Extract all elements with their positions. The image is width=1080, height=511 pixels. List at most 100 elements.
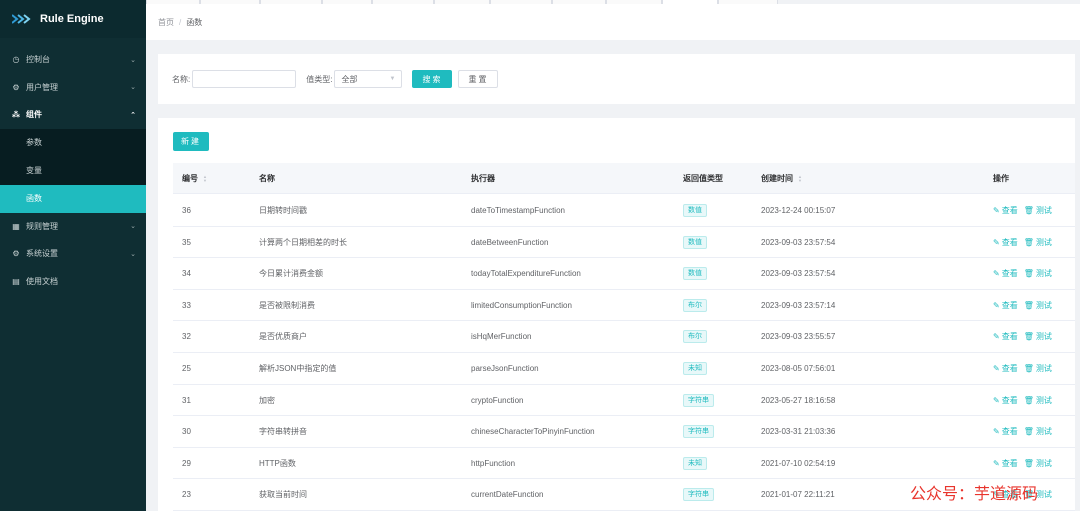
cell-id: 36 — [182, 206, 191, 215]
sidebar-item-dashboard[interactable]: ◷ 控制台 ⌄ — [0, 46, 146, 74]
type-select[interactable]: 全部 ▼ — [334, 70, 403, 88]
view-link[interactable]: ✎ 查看 — [993, 300, 1018, 311]
column-header-label: 编号 — [182, 174, 198, 183]
view-label: 查看 — [1001, 206, 1018, 215]
column-header-return-type: 返回值类型 — [683, 174, 723, 183]
test-link[interactable]: 🗑 测试 — [1024, 205, 1052, 216]
view-link[interactable]: ✎ 查看 — [993, 205, 1018, 216]
test-label: 测试 — [1035, 427, 1052, 437]
test-label: 测试 — [1035, 332, 1052, 342]
column-header-created[interactable]: 创建时间 ▲ ▼ — [761, 163, 802, 194]
cell-created: 2023-12-24 00:15:07 — [761, 206, 836, 215]
sort-icon[interactable]: ▲ ▼ — [798, 174, 802, 183]
test-link[interactable]: 🗑 测试 — [1024, 300, 1052, 311]
cell-return-type: 字符串 — [683, 385, 714, 416]
view-label: 查看 — [1001, 395, 1018, 405]
sidebar-item-user-management[interactable]: ⚙ 用户管理 ⌄ — [0, 74, 146, 102]
trash-icon: 🗑 — [1023, 206, 1034, 215]
cell-name: 加密 — [259, 395, 275, 405]
cell-created: 2023-05-27 18:16:58 — [761, 395, 836, 405]
test-link[interactable]: 🗑 测试 — [1024, 458, 1052, 469]
settings-icon: ⚙ — [12, 249, 20, 259]
cell-name: 计算两个日期相差的时长 — [259, 237, 347, 247]
sort-icon[interactable]: ▲ ▼ — [203, 174, 207, 183]
view-link[interactable]: ✎ 查看 — [993, 395, 1018, 406]
view-link[interactable]: ✎ 查看 — [993, 331, 1018, 342]
sidebar-item-label: 使用文档 — [26, 276, 58, 286]
sidebar-item-parameters[interactable]: 参数 — [0, 129, 146, 157]
cell-actions: ✎ 查看 🗑 测试 — [993, 290, 1058, 321]
trash-icon: 🗑 — [1023, 237, 1034, 247]
view-link[interactable]: ✎ 查看 — [993, 268, 1018, 279]
cell-created: 2021-07-10 02:54:19 — [761, 458, 836, 468]
test-link[interactable]: 🗑 测试 — [1024, 331, 1052, 342]
search-button[interactable]: 搜索 — [412, 70, 453, 88]
scrollbar-track[interactable] — [1075, 40, 1080, 511]
sidebar-item-label: 用户管理 — [26, 82, 58, 92]
column-header-executor: 执行器 — [471, 174, 495, 183]
sidebar-item-docs[interactable]: ▤ 使用文档 — [0, 268, 146, 296]
cell-return-type: 数值 — [683, 227, 707, 258]
app-logo[interactable]: Rule Engine — [0, 0, 146, 38]
trash-icon: 🗑 — [1023, 269, 1034, 279]
cell-executor: isHqMerFunction — [471, 332, 532, 342]
trash-icon: 🗑 — [1023, 458, 1034, 468]
column-header-name: 名称 — [259, 174, 275, 183]
sidebar-item-label: 控制台 — [26, 55, 50, 65]
test-link[interactable]: 🗑 测试 — [1024, 426, 1052, 437]
view-link[interactable]: ✎ 查看 — [993, 363, 1018, 374]
test-label: 测试 — [1035, 395, 1052, 405]
sidebar-item-variables[interactable]: 变量 — [0, 157, 146, 185]
view-link[interactable]: ✎ 查看 — [993, 458, 1018, 469]
sidebar-item-components[interactable]: ⁂ 组件 ⌃ — [0, 101, 146, 129]
cell-id: 29 — [182, 458, 191, 468]
table-row: 30 字符串转拼音 chineseCharacterToPinyinFunction… — [173, 416, 1080, 448]
test-link[interactable]: 🗑 测试 — [1024, 363, 1052, 374]
edit-icon: ✎ — [993, 300, 1000, 310]
cell-id: 25 — [182, 364, 191, 373]
new-button[interactable]: 新建 — [173, 132, 209, 151]
sidebar-item-system-settings[interactable]: ⚙ 系统设置 ⌄ — [0, 240, 146, 268]
cell-executor: httpFunction — [471, 458, 516, 468]
view-link[interactable]: ✎ 查看 — [993, 237, 1018, 248]
view-link[interactable]: ✎ 查看 — [993, 426, 1018, 437]
return-type-tag: 数值 — [683, 235, 707, 249]
document-icon: ▤ — [12, 276, 20, 286]
test-link[interactable]: 🗑 测试 — [1024, 395, 1052, 406]
cell-id: 35 — [182, 237, 191, 247]
return-type-tag: 字符串 — [683, 425, 714, 439]
chevron-down-icon: ⌄ — [130, 56, 136, 64]
cell-return-type: 数值 — [683, 258, 707, 289]
edit-icon: ✎ — [993, 364, 1000, 373]
test-label: 测试 — [1035, 490, 1052, 500]
cell-executor: dateBetweenFunction — [471, 237, 549, 247]
sidebar-item-functions[interactable]: 函数 — [0, 184, 146, 213]
cell-executor: chineseCharacterToPinyinFunction — [471, 427, 595, 437]
cell-id: 23 — [182, 490, 191, 500]
test-label: 测试 — [1035, 269, 1052, 279]
cell-executor: limitedConsumptionFunction — [471, 300, 572, 310]
table-row: 25 解析JSON中指定的值 parseJsonFunction 未知 2023-08-… — [173, 353, 1080, 385]
cell-name: 是否被限制消费 — [259, 300, 315, 310]
table-header: 编号 ▲ ▼ 名称 执行器 返回值类型 创建时间 ▲ ▼ 操作 — [173, 163, 1080, 194]
breadcrumb-home[interactable]: 首页 — [158, 17, 174, 28]
test-link[interactable]: 🗑 测试 — [1024, 237, 1052, 248]
sidebar-item-rule-management[interactable]: ▦ 规则管理 ⌄ — [0, 213, 146, 241]
test-link[interactable]: 🗑 测试 — [1024, 268, 1052, 279]
column-header-label: 创建时间 — [761, 174, 793, 183]
cell-return-type: 字符串 — [683, 479, 714, 510]
test-label: 测试 — [1035, 206, 1052, 215]
edit-icon: ✎ — [993, 206, 1000, 215]
return-type-tag: 未知 — [683, 362, 707, 375]
cell-actions: ✎ 查看 🗑 测试 — [993, 195, 1058, 226]
column-header-id[interactable]: 编号 ▲ ▼ — [182, 163, 207, 194]
breadcrumb-separator: / — [179, 17, 182, 27]
name-input[interactable] — [192, 70, 297, 88]
chevron-up-icon: ⌃ — [130, 111, 136, 119]
cell-actions: ✎ 查看 🗑 测试 — [993, 227, 1058, 258]
cell-return-type: 布尔 — [683, 290, 707, 321]
gear-icon: ⚙ — [12, 82, 20, 92]
cell-actions: ✎ 查看 🗑 测试 — [993, 353, 1058, 384]
reset-button[interactable]: 重置 — [458, 70, 499, 88]
components-icon: ⁂ — [11, 110, 21, 120]
